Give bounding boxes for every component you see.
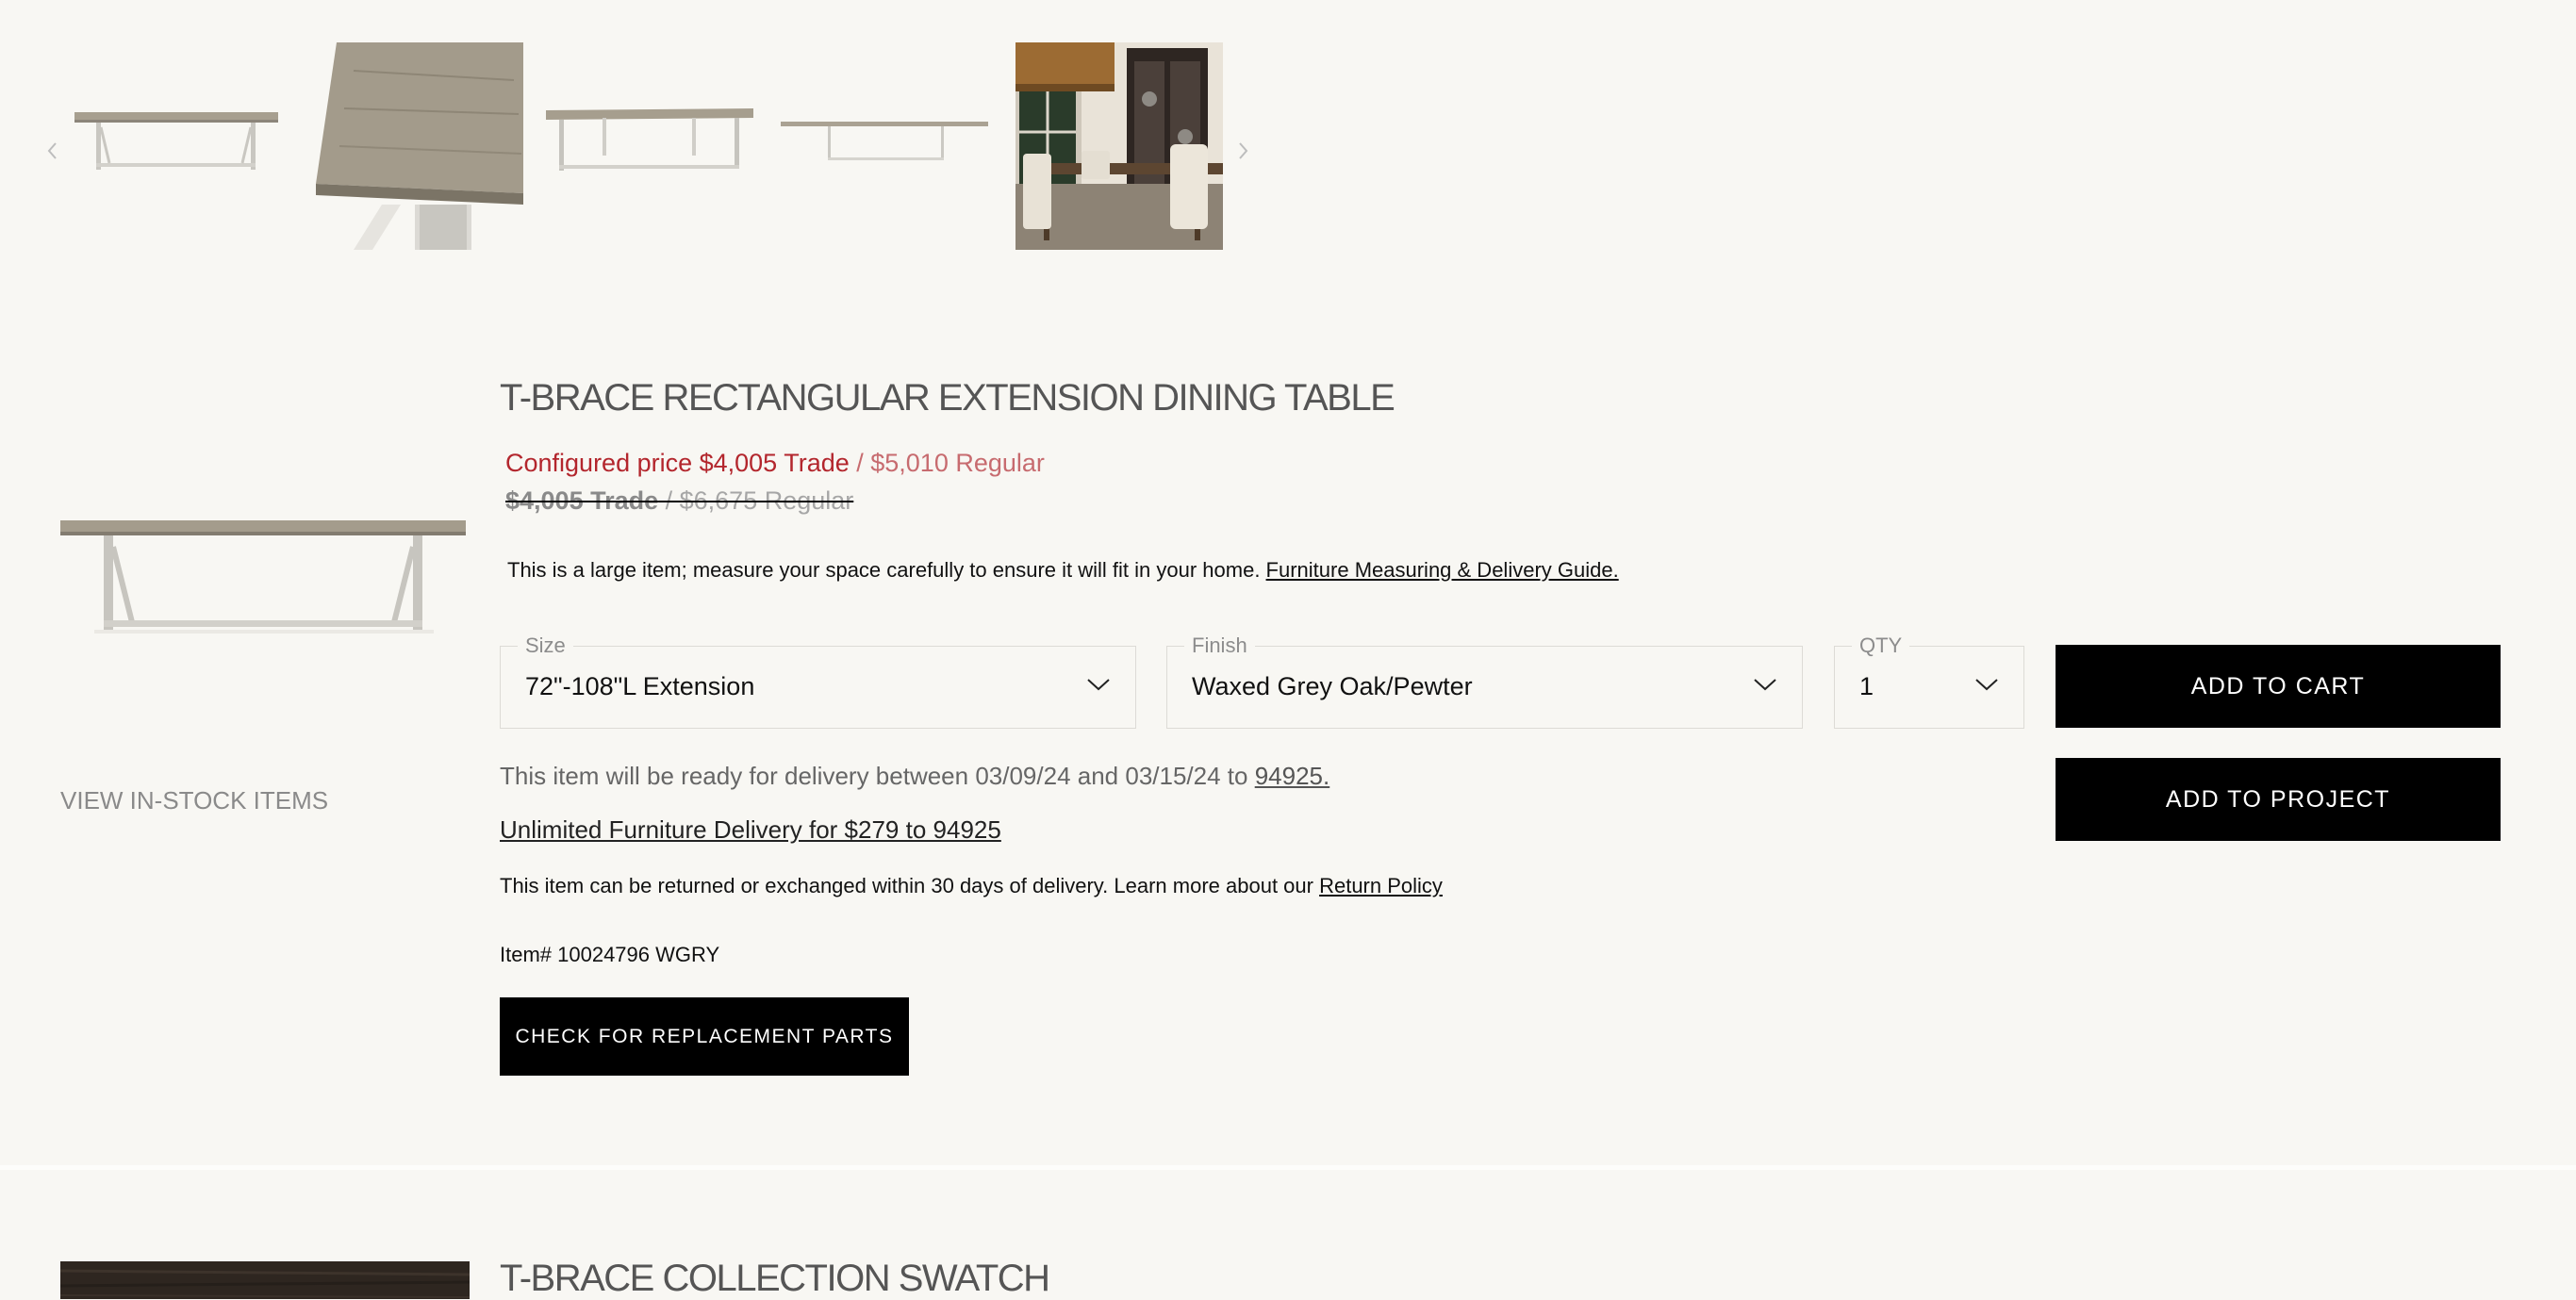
delivery-estimate: This item will be ready for delivery bet… (500, 762, 1329, 791)
configured-trade-price: Configured price $4,005 Trade (505, 449, 850, 477)
item-number: Item# 10024796 WGRY (500, 943, 720, 966)
tabletop-closeup-thumbnail[interactable] (316, 42, 523, 250)
chevron-down-icon (1087, 679, 1110, 691)
section-divider (0, 1165, 2576, 1170)
product-image[interactable] (60, 509, 470, 650)
replacement-parts-button[interactable]: CHECK FOR REPLACEMENT PARTS (500, 997, 909, 1076)
original-regular-price: / $6,675 Regular (658, 486, 854, 515)
quantity-label: QTY (1852, 634, 1910, 658)
add-to-project-button[interactable]: ADD TO PROJECT (2056, 758, 2501, 841)
large-item-note: This is a large item; measure your space… (507, 558, 1619, 583)
dining-room-scene-thumbnail[interactable] (1016, 42, 1223, 250)
table-angle-view-thumbnail[interactable] (546, 42, 753, 250)
chevron-down-icon (1975, 679, 1998, 691)
finish-value: Waxed Grey Oak/Pewter (1192, 672, 1473, 700)
original-trade-price: $4,005 Trade (505, 486, 659, 515)
return-policy-link[interactable]: Return Policy (1319, 874, 1443, 897)
table-side-image (72, 42, 279, 250)
product-title: T-BRACE RECTANGULAR EXTENSION DINING TAB… (500, 377, 1395, 419)
return-policy-text: This item can be returned or exchanged w… (500, 874, 1320, 897)
unlimited-delivery-link[interactable]: Unlimited Furniture Delivery for $279 to… (500, 815, 1001, 845)
size-value: 72"-108"L Extension (525, 672, 755, 700)
quantity-value: 1 (1859, 672, 1874, 700)
finish-select[interactable]: Finish Waxed Grey Oak/Pewter (1166, 634, 1803, 729)
swatch-title: T-BRACE COLLECTION SWATCH (500, 1258, 1050, 1299)
large-item-note-text: This is a large item; measure your space… (507, 558, 1266, 582)
swatch-image[interactable] (60, 1261, 470, 1299)
return-policy-note: This item can be returned or exchanged w… (500, 874, 1443, 898)
product-table-image (60, 520, 466, 634)
view-in-stock-link[interactable]: VIEW IN-STOCK ITEMS (60, 786, 328, 815)
chevron-left-icon (47, 142, 57, 159)
delivery-estimate-text: This item will be ready for delivery bet… (500, 762, 1255, 790)
size-select[interactable]: Size 72"-108"L Extension (500, 634, 1136, 729)
carousel-next-button[interactable] (1224, 132, 1262, 170)
table-angle-image (546, 42, 753, 250)
quantity-select[interactable]: QTY 1 (1834, 634, 2024, 729)
configured-price: Configured price $4,005 Trade / $5,010 R… (505, 449, 1045, 478)
chevron-down-icon (1754, 679, 1776, 691)
table-side-view-thumbnail[interactable] (72, 42, 279, 250)
finish-label: Finish (1184, 634, 1255, 658)
chevron-right-icon (1239, 142, 1248, 159)
configured-regular-price: / $5,010 Regular (849, 449, 1045, 477)
size-label: Size (518, 634, 573, 658)
tabletop-closeup-image (316, 42, 523, 250)
delivery-zip-link[interactable]: 94925. (1255, 762, 1330, 790)
table-extended-image (781, 42, 988, 250)
dining-room-image (1016, 42, 1223, 250)
measuring-guide-link[interactable]: Furniture Measuring & Delivery Guide. (1266, 558, 1619, 582)
swatch-wood-texture (60, 1261, 470, 1299)
original-price: $4,005 Trade / $6,675 Regular (505, 486, 853, 516)
add-to-cart-button[interactable]: ADD TO CART (2056, 645, 2501, 728)
carousel-prev-button[interactable] (34, 132, 72, 170)
table-extended-view-thumbnail[interactable] (781, 42, 988, 250)
